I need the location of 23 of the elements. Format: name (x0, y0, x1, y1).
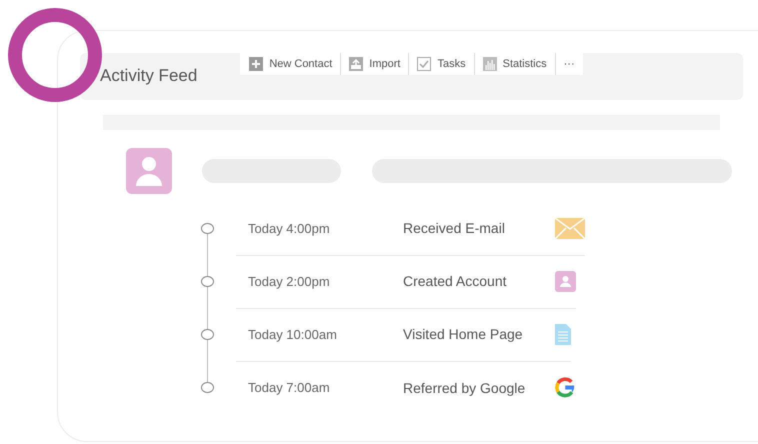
event-label: Received E-mail (403, 220, 506, 236)
event-time: Today 10:00am (247, 326, 338, 342)
google-g-icon (555, 377, 576, 398)
event-time: Today 4:00pm (247, 220, 331, 236)
ring-icon (8, 8, 102, 102)
timeline-dot (201, 276, 214, 287)
timeline-dot (201, 223, 214, 234)
timeline-dot (201, 382, 214, 393)
page-title: Activity Feed (99, 66, 198, 87)
event-label: Visited Home Page (403, 326, 524, 342)
checkbox-icon (417, 57, 432, 71)
timeline-dot (201, 329, 214, 340)
bar-chart-icon (482, 57, 497, 71)
event-label: Referred by Google (403, 380, 526, 396)
envelope-icon (555, 218, 585, 238)
event-label: Created Account (403, 273, 508, 289)
plus-icon (249, 57, 264, 71)
person-icon (555, 270, 576, 292)
person-icon (135, 156, 163, 186)
upload-icon (349, 57, 364, 71)
event-time: Today 2:00pm (247, 274, 331, 288)
event-time: Today 7:00am (247, 380, 331, 395)
document-icon (555, 324, 571, 344)
